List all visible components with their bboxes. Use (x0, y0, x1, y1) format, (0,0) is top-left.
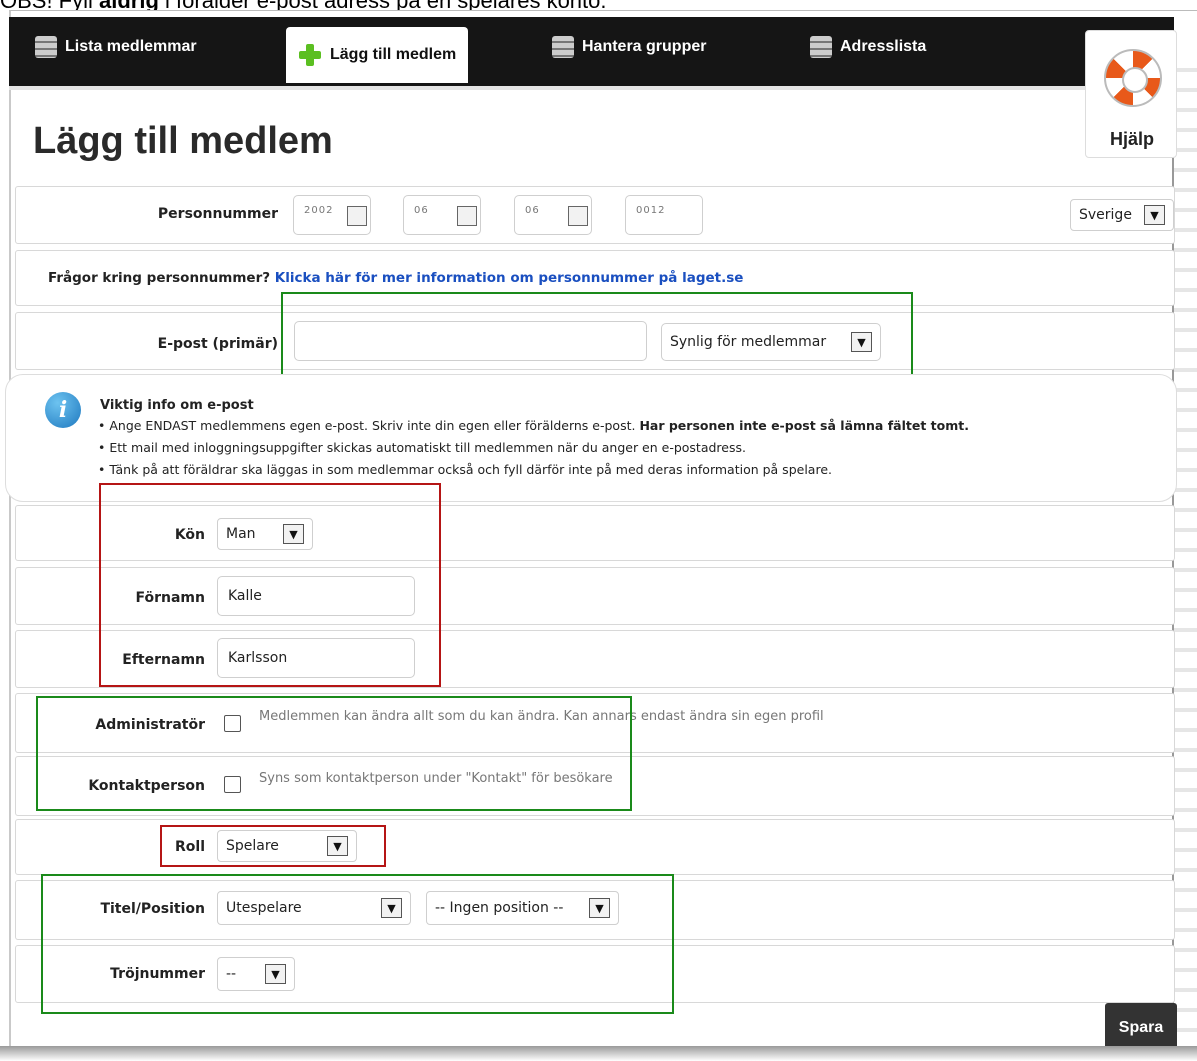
info-line-1: • Ange ENDAST medlemmens egen e-post. Sk… (98, 418, 969, 433)
personnummer-year-input[interactable]: 2002 (293, 195, 371, 235)
highlight-position (41, 874, 674, 1014)
list-icon (35, 36, 57, 58)
plus-icon (298, 43, 322, 67)
highlight-email (281, 292, 913, 387)
personnummer-question: Frågor kring personnummer? Klicka här fö… (48, 270, 743, 286)
top-navigation: Lista medlemmar Lägg till medlem Hantera… (9, 17, 1174, 90)
help-button[interactable]: Hjälp (1085, 30, 1177, 158)
info-line-1-bold: Har personen inte e-post så lämna fältet… (639, 418, 969, 433)
lifebuoy-icon (1104, 49, 1162, 107)
tab-hantera-grupper[interactable]: Hantera grupper (552, 17, 706, 77)
highlight-role (160, 825, 386, 867)
info-title: Viktig info om e-post (100, 398, 254, 413)
country-value: Sverige (1079, 207, 1132, 223)
personnummer-info-link[interactable]: Klicka här för mer information om person… (275, 270, 744, 286)
page-title: Lägg till medlem (33, 120, 333, 162)
tab-adresslista[interactable]: Adresslista (810, 17, 926, 77)
tab-label: Adresslista (840, 38, 927, 55)
list-icon (552, 36, 574, 58)
info-line-2: • Ett mail med inloggningsuppgifter skic… (98, 440, 746, 455)
list-icon (810, 36, 832, 58)
tab-lagg-till-medlem[interactable]: Lägg till medlem (286, 27, 469, 83)
highlight-name (99, 483, 441, 687)
personnummer-month-input[interactable]: 06 (403, 195, 481, 235)
personnummer-year-value: 2002 (304, 205, 334, 216)
country-select[interactable]: Sverige ▼ (1070, 199, 1174, 231)
info-line-1-text: • Ange ENDAST medlemmens egen e-post. Sk… (98, 418, 640, 433)
tab-lista-medlemmar[interactable]: Lista medlemmar (35, 17, 197, 77)
torn-edge-right (1172, 60, 1197, 1060)
chevron-down-icon: ▼ (1144, 205, 1165, 225)
info-icon: i (45, 392, 81, 428)
highlight-roles (36, 696, 632, 811)
spinner-icon[interactable] (457, 206, 477, 226)
tab-label: Lägg till medlem (330, 46, 457, 63)
personnummer-question-text: Frågor kring personnummer? (48, 270, 271, 286)
spinner-icon[interactable] (347, 206, 367, 226)
torn-edge-bottom (0, 1046, 1197, 1061)
personnummer-last-input[interactable]: 0012 (625, 195, 703, 235)
help-label: Hjälp (1109, 129, 1154, 149)
personnummer-day-input[interactable]: 06 (514, 195, 592, 235)
spinner-icon[interactable] (568, 206, 588, 226)
personnummer-month-value: 06 (414, 205, 429, 216)
personnummer-day-value: 06 (525, 205, 540, 216)
tab-label: Hantera grupper (582, 38, 707, 55)
info-line-3: • Tänk på att föräldrar ska läggas in so… (98, 462, 832, 477)
personnummer-label: Personnummer (157, 206, 278, 222)
personnummer-last-value: 0012 (636, 205, 666, 216)
email-label: E-post (primär) (157, 336, 278, 352)
tab-label: Lista medlemmar (65, 38, 197, 55)
